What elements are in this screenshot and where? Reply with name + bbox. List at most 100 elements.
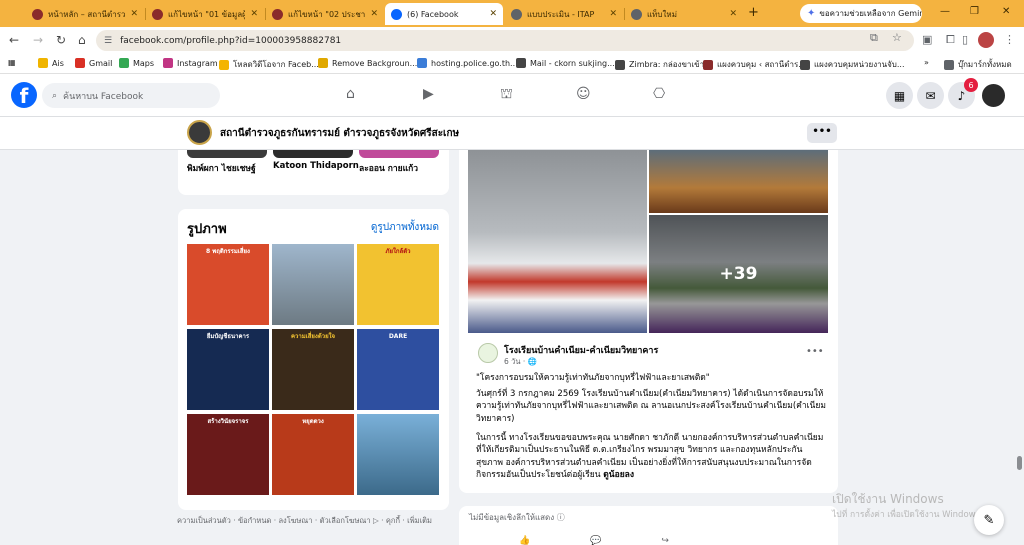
friend-name[interactable]: Katoon Thidaporn (273, 161, 359, 171)
photo-thumbnail[interactable]: หยุดดวง (272, 414, 354, 495)
photo-thumbnail[interactable] (357, 414, 439, 495)
browser-tab-bar: หน้าหลัก – สถานีตำรวจภ ✕ แก้ไขหน้า "01 ข… (0, 0, 1024, 27)
post-action-icons[interactable]: 👍💬↪ (519, 536, 729, 545)
extensions-icon[interactable]: ⧠ (946, 33, 955, 47)
browser-tab-active[interactable]: (6) Facebook ✕ (385, 3, 503, 25)
url-field[interactable]: ☰ facebook.com/profile.php?id=1000039588… (96, 30, 914, 51)
friend-photo[interactable] (187, 150, 267, 158)
post-author-avatar[interactable] (478, 343, 498, 363)
browser-tab[interactable]: แบบประเมิน - ITAP ✕ (505, 3, 623, 25)
account-avatar[interactable] (980, 82, 1007, 109)
photo-caption: ภัยใกล้ตัว (385, 248, 411, 255)
site-info-icon[interactable]: ☰ (104, 36, 112, 46)
bookmark-label: Remove Backgroun... (332, 58, 418, 68)
reload-icon[interactable]: ↻ (56, 33, 66, 47)
scrollbar-thumb[interactable] (1017, 456, 1022, 470)
bookmark-item[interactable]: Mail - ckorn sukjing... (516, 58, 615, 68)
browser-profile-avatar[interactable] (978, 32, 994, 48)
photo-thumbnail[interactable]: ภัยใกล้ตัว (357, 244, 439, 325)
bookmark-item[interactable]: แผงควบคุมหน่วยงานจับ... (800, 58, 904, 71)
photo-thumbnail[interactable] (272, 244, 354, 325)
groups-nav-icon[interactable]: ☺ (576, 86, 591, 102)
photo-thumbnail[interactable]: 8 พฤติกรรมเสี่ยง (187, 244, 269, 325)
gmail-icon (75, 58, 85, 68)
gaming-nav-icon[interactable]: ⎔ (653, 86, 665, 102)
back-arrow-icon[interactable]: ← (9, 33, 19, 47)
photo-thumbnail[interactable]: ยืมบัญชีธนาคาร (187, 329, 269, 410)
post-title: "โครงการอบรมให้ความรู้เท่าทันภัยจากบุหรี… (476, 373, 710, 383)
see-all-photos-link[interactable]: ดูรูปภาพทั้งหมด (371, 220, 439, 235)
menu-grid-icon[interactable]: ▦ (886, 82, 913, 109)
bookmark-item[interactable]: Zimbra: กล่องขาเข้า (615, 58, 704, 71)
github-icon (800, 59, 810, 70)
browser-tab[interactable]: หน้าหลัก – สถานีตำรวจภ ✕ (26, 3, 144, 25)
bookmark-star-icon[interactable]: ☆ (892, 31, 902, 44)
post-options-icon[interactable]: ••• (806, 346, 824, 357)
install-icon[interactable]: ⧉ (870, 31, 878, 45)
close-window-button[interactable]: ✕ (1002, 6, 1010, 17)
gemini-icon: ✦ (807, 8, 816, 19)
facebook-logo[interactable]: f (11, 82, 37, 108)
menu-kebab-icon[interactable]: ⋮ (1004, 33, 1015, 46)
post-photo[interactable]: +39 (649, 215, 828, 333)
photo-thumbnail[interactable]: DARE (357, 329, 439, 410)
bookmark-item[interactable]: Ais (38, 58, 64, 68)
footer-links[interactable]: ความเป็นส่วนตัว · ข้อกำหนด · ลงโฆษณา · ต… (177, 515, 452, 526)
video-nav-icon[interactable]: ▶ (423, 86, 434, 102)
new-tab-button[interactable]: + (748, 5, 759, 20)
close-icon[interactable]: ✕ (370, 9, 378, 19)
post-timestamp[interactable]: 6 วัน · 🌐 (504, 356, 537, 368)
more-photos-count[interactable]: +39 (649, 215, 828, 333)
browser-tab[interactable]: แก้ไขหน้า "02 ประชาสัมพั ✕ (266, 3, 384, 25)
bookmark-item[interactable]: Remove Backgroun... (318, 58, 417, 68)
browser-tab[interactable]: แท็บใหม่ ✕ (625, 3, 743, 25)
page-avatar[interactable] (187, 120, 212, 145)
bookmark-label: แผงควบคุม ‹ สถานีตำร... (717, 60, 806, 69)
forward-arrow-icon[interactable]: → (33, 33, 43, 47)
gemini-button[interactable]: ✦ ขอความช่วยเหลือจาก Gemini (800, 4, 922, 23)
close-icon[interactable]: ✕ (609, 9, 617, 19)
post-photo[interactable] (649, 150, 828, 213)
info-icon[interactable]: ⓘ (557, 513, 565, 522)
post-author-name[interactable]: โรงเรียนบ้านคำเนียม-คำเนียมวิทยาคาร (504, 343, 658, 357)
facebook-search-input[interactable]: ⌕ ค้นหาบน Facebook (42, 83, 220, 108)
apps-grid-icon[interactable]: ▦ (8, 58, 16, 67)
bookmark-item[interactable]: Maps (119, 58, 154, 68)
close-icon[interactable]: ✕ (130, 9, 138, 19)
compose-message-icon[interactable]: ✎ (974, 505, 1004, 535)
page-scrollbar[interactable] (1015, 150, 1024, 545)
post-photo[interactable] (468, 150, 647, 333)
close-icon[interactable]: ✕ (729, 9, 737, 19)
bookmark-item[interactable]: Instagram (163, 58, 218, 68)
bookmark-item[interactable]: แผงควบคุม ‹ สถานีตำร... (703, 58, 806, 71)
friend-name[interactable]: ละออน กายแก้ว (359, 161, 418, 175)
more-options-button[interactable]: ••• (807, 123, 837, 143)
bookmarks-overflow-button[interactable]: » (924, 58, 929, 67)
tab-favicon-icon (631, 8, 642, 20)
close-icon[interactable]: ✕ (489, 9, 497, 19)
photo-thumbnail[interactable]: สร้างวินัยจราจร (187, 414, 269, 495)
close-icon[interactable]: ✕ (250, 9, 258, 19)
bookmark-item[interactable]: Gmail (75, 58, 112, 68)
page-title[interactable]: สถานีตำรวจภูธรกันทรารมย์ ตำรวจภูธรจังหวั… (220, 126, 459, 141)
browser-tab[interactable]: แก้ไขหน้า "01 ข้อมูลผู้บร ✕ (146, 3, 264, 25)
minimize-button[interactable]: — (940, 6, 950, 17)
tab-favicon-icon (511, 8, 522, 20)
photo-thumbnail[interactable]: ความเสี่ยงด้วยใจ (272, 329, 354, 410)
home-icon[interactable]: ⌂ (78, 33, 86, 47)
friend-name[interactable]: พิมพ์ผกา ไชยเชษฐ์ (187, 161, 256, 175)
sidebar-icon[interactable]: ▯ (962, 33, 968, 46)
see-less-link[interactable]: ดูน้อยลง (603, 470, 634, 480)
marketplace-nav-icon[interactable]: ⛫ (500, 86, 513, 104)
friend-photo[interactable] (359, 150, 439, 158)
messenger-icon[interactable]: ✉ (917, 82, 944, 109)
home-nav-icon[interactable]: ⌂ (346, 86, 355, 102)
maximize-button[interactable]: ❐ (970, 6, 979, 17)
bookmark-item[interactable]: hosting.police.go.th... (417, 58, 518, 68)
bookmark-item[interactable]: โหลดวิดีโอจาก Faceb... (219, 58, 319, 71)
tab-title: หน้าหลัก – สถานีตำรวจภ (48, 9, 126, 19)
tab-search-icon[interactable]: ▣ (922, 33, 932, 46)
friend-photo[interactable] (273, 150, 353, 158)
all-bookmarks-button[interactable]: บุ๊กมาร์กทั้งหมด (944, 58, 1012, 71)
download-icon (219, 59, 229, 70)
